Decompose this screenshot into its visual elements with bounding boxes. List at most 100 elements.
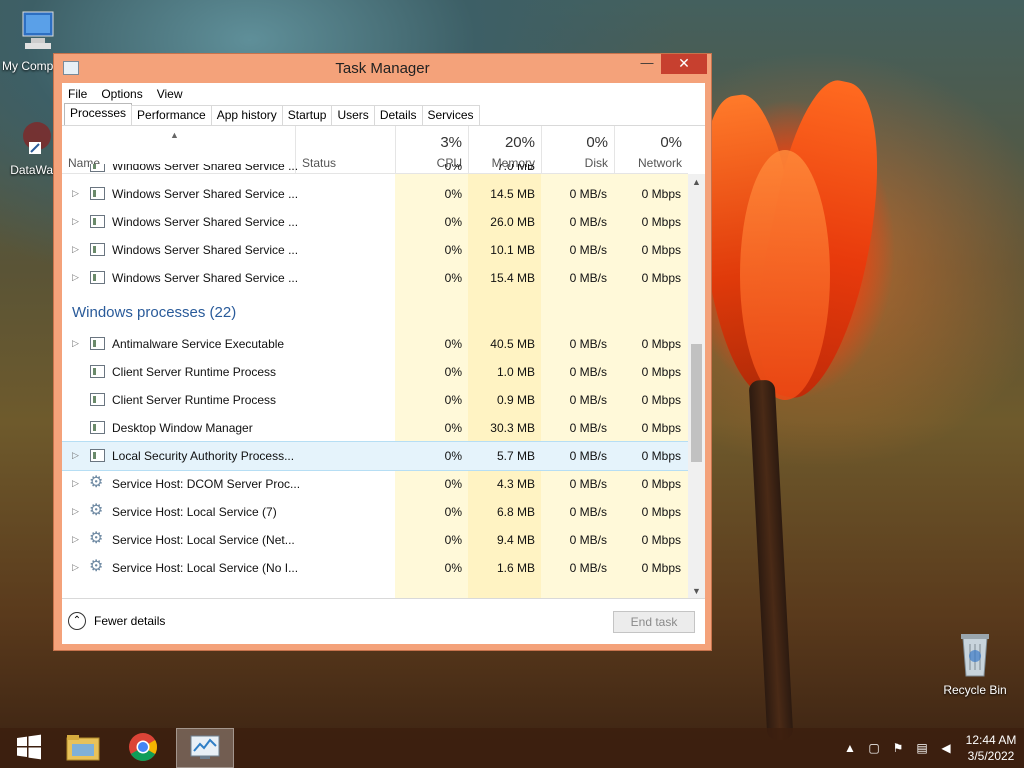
table-row[interactable]: Client Server Runtime Process 0% 0.9 MB 0 M…: [62, 386, 688, 414]
task-manager-content: File Options View Processes Performance …: [62, 83, 705, 644]
start-icon: [16, 734, 42, 763]
tab-users[interactable]: Users: [331, 105, 375, 125]
table-row[interactable]: Client Server Runtime Process 0% 1.0 MB 0 M…: [62, 358, 688, 386]
wallpaper-stem: [748, 379, 794, 741]
expand-arrow-icon[interactable]: ▷: [72, 272, 79, 283]
process-table: ▲ Name Status 3% CPU 20% Memory 0% Disk: [62, 126, 705, 599]
expand-arrow-icon[interactable]: ▷: [72, 478, 79, 489]
process-window-icon: [90, 271, 105, 284]
process-disk: 0 MB/s: [569, 271, 607, 285]
expand-arrow-icon[interactable]: ▷: [72, 534, 79, 545]
window-title: Task Manager: [335, 60, 430, 77]
table-row[interactable]: ▷ ⚙ Service Host: Local Service (7) 0% 6.8 M…: [62, 498, 688, 526]
taskbar-task-manager[interactable]: [176, 728, 234, 768]
expand-arrow-icon[interactable]: ▷: [72, 244, 79, 255]
action-center-icon[interactable]: ▢: [862, 741, 886, 755]
expand-arrow-icon[interactable]: ▷: [72, 216, 79, 227]
minimize-button[interactable]: —: [634, 54, 660, 74]
chevron-up-icon: ⌃: [68, 612, 86, 630]
process-disk: 0 MB/s: [569, 505, 607, 519]
service-gear-icon: ⚙: [89, 502, 104, 519]
process-window-icon: [90, 421, 105, 434]
tab-details[interactable]: Details: [373, 105, 423, 125]
process-window-icon: [90, 215, 105, 228]
menu-options[interactable]: Options: [101, 87, 142, 101]
cpu-total: 3%: [440, 134, 462, 151]
task-manager-window: Task Manager — ☐ ✕ File Options View Pro…: [53, 53, 712, 651]
title-bar[interactable]: Task Manager — ☐ ✕: [54, 54, 711, 83]
expand-arrow-icon[interactable]: ▷: [72, 562, 79, 573]
taskbar: ▲ ▢ ⚑ ▤ ◀ 12:44 AM 3/5/2022: [0, 728, 1024, 768]
menu-file[interactable]: File: [68, 87, 87, 101]
table-row[interactable]: ▷ Windows Server Shared Service ... 0% 10.1…: [62, 236, 688, 264]
expand-arrow-icon[interactable]: ▷: [72, 188, 79, 199]
process-memory: 10.1 MB: [490, 243, 535, 257]
taskbar-chrome[interactable]: [114, 728, 172, 768]
desktop-icon-recycle-bin[interactable]: Recycle Bin: [940, 630, 1010, 697]
process-name: Windows Server Shared Service ...: [112, 164, 299, 173]
clock[interactable]: 12:44 AM 3/5/2022: [958, 732, 1024, 764]
expand-arrow-icon[interactable]: ▷: [72, 338, 79, 349]
group-header: Windows processes (22): [62, 292, 688, 330]
close-button[interactable]: ✕: [661, 54, 707, 74]
process-cpu: 0%: [444, 505, 462, 519]
process-network: 0 Mbps: [641, 215, 681, 229]
process-cpu: 0%: [444, 187, 462, 201]
footer: ⌃ Fewer details End task: [62, 599, 705, 644]
expand-arrow-icon[interactable]: ▷: [72, 450, 79, 461]
table-row[interactable]: Windows Server Shared Service ... 0% 7.0…: [62, 164, 688, 180]
scroll-down-icon[interactable]: ▼: [688, 583, 705, 598]
menu-view[interactable]: View: [157, 87, 183, 101]
expand-arrow-icon[interactable]: ▷: [72, 506, 79, 517]
menu-bar: File Options View: [62, 83, 705, 104]
table-row[interactable]: ▷ Windows Server Shared Service ... 0% 15.4…: [62, 264, 688, 292]
process-name: Windows Server Shared Service ...: [112, 243, 299, 257]
volume-muted-icon[interactable]: ◀: [934, 741, 958, 755]
process-cpu: 0%: [444, 365, 462, 379]
table-row[interactable]: ▷ Local Security Authority Process... 0% 5.…: [62, 441, 689, 471]
show-hidden-icons-icon[interactable]: ▲: [838, 741, 862, 755]
process-cpu: 0%: [444, 243, 462, 257]
fewer-details-button[interactable]: ⌃ Fewer details: [68, 612, 165, 630]
process-window-icon: [90, 393, 105, 406]
process-network: 0 Mbps: [641, 421, 681, 435]
table-row[interactable]: ▷ ⚙ Service Host: DCOM Server Proc... 0% 4.3…: [62, 470, 688, 498]
end-task-button[interactable]: End task: [613, 611, 695, 633]
tab-startup[interactable]: Startup: [281, 105, 333, 125]
tab-app-history[interactable]: App history: [210, 105, 283, 125]
process-disk: 0 MB/s: [569, 365, 607, 379]
flag-icon[interactable]: ⚑: [886, 741, 910, 755]
table-row[interactable]: ▷ Windows Server Shared Service ... 0% 14.5…: [62, 180, 688, 208]
table-row[interactable]: Desktop Window Manager 0% 30.3 MB 0 MB/s 0 M…: [62, 414, 688, 442]
process-network: 0 Mbps: [641, 393, 681, 407]
tab-services[interactable]: Services: [421, 105, 480, 125]
process-network: 0 Mbps: [641, 449, 681, 463]
taskbar-file-explorer[interactable]: [54, 728, 112, 768]
desktop-icon-label: Recycle Bin: [943, 683, 1007, 697]
process-cpu: 0%: [444, 477, 462, 491]
process-memory: 14.5 MB: [490, 187, 535, 201]
start-button[interactable]: [0, 728, 58, 768]
scroll-thumb[interactable]: [691, 344, 702, 462]
network-icon[interactable]: ▤: [910, 741, 934, 755]
process-window-icon: [90, 164, 105, 172]
table-row[interactable]: ▷ Windows Server Shared Service ... 0% 26.0…: [62, 208, 688, 236]
tab-processes[interactable]: Processes: [64, 103, 133, 125]
table-row[interactable]: ▷ ⚙ Service Host: Local Service (Net... 0% 9…: [62, 526, 688, 554]
process-name: Local Security Authority Process...: [112, 449, 295, 463]
vertical-scrollbar[interactable]: ▲ ▼: [688, 174, 705, 598]
tab-performance[interactable]: Performance: [131, 105, 212, 125]
process-network: 0 Mbps: [641, 533, 681, 547]
process-disk: 0 MB/s: [569, 215, 607, 229]
process-name: Client Server Runtime Process: [112, 365, 277, 379]
process-window-icon: [90, 243, 105, 256]
process-name: Client Server Runtime Process: [112, 393, 277, 407]
scroll-up-icon[interactable]: ▲: [688, 174, 705, 190]
fewer-details-label: Fewer details: [94, 614, 166, 628]
computer-icon: [2, 10, 72, 57]
table-row[interactable]: ▷ Antimalware Service Executable 0% 40.5 MB…: [62, 330, 688, 358]
table-row[interactable]: ▷ ⚙ Service Host: Local Service (No I... 0%…: [62, 554, 688, 582]
process-disk: 0 MB/s: [569, 533, 607, 547]
process-window-icon: [90, 365, 105, 378]
system-tray: ▲ ▢ ⚑ ▤ ◀ 12:44 AM 3/5/2022: [838, 728, 1024, 768]
